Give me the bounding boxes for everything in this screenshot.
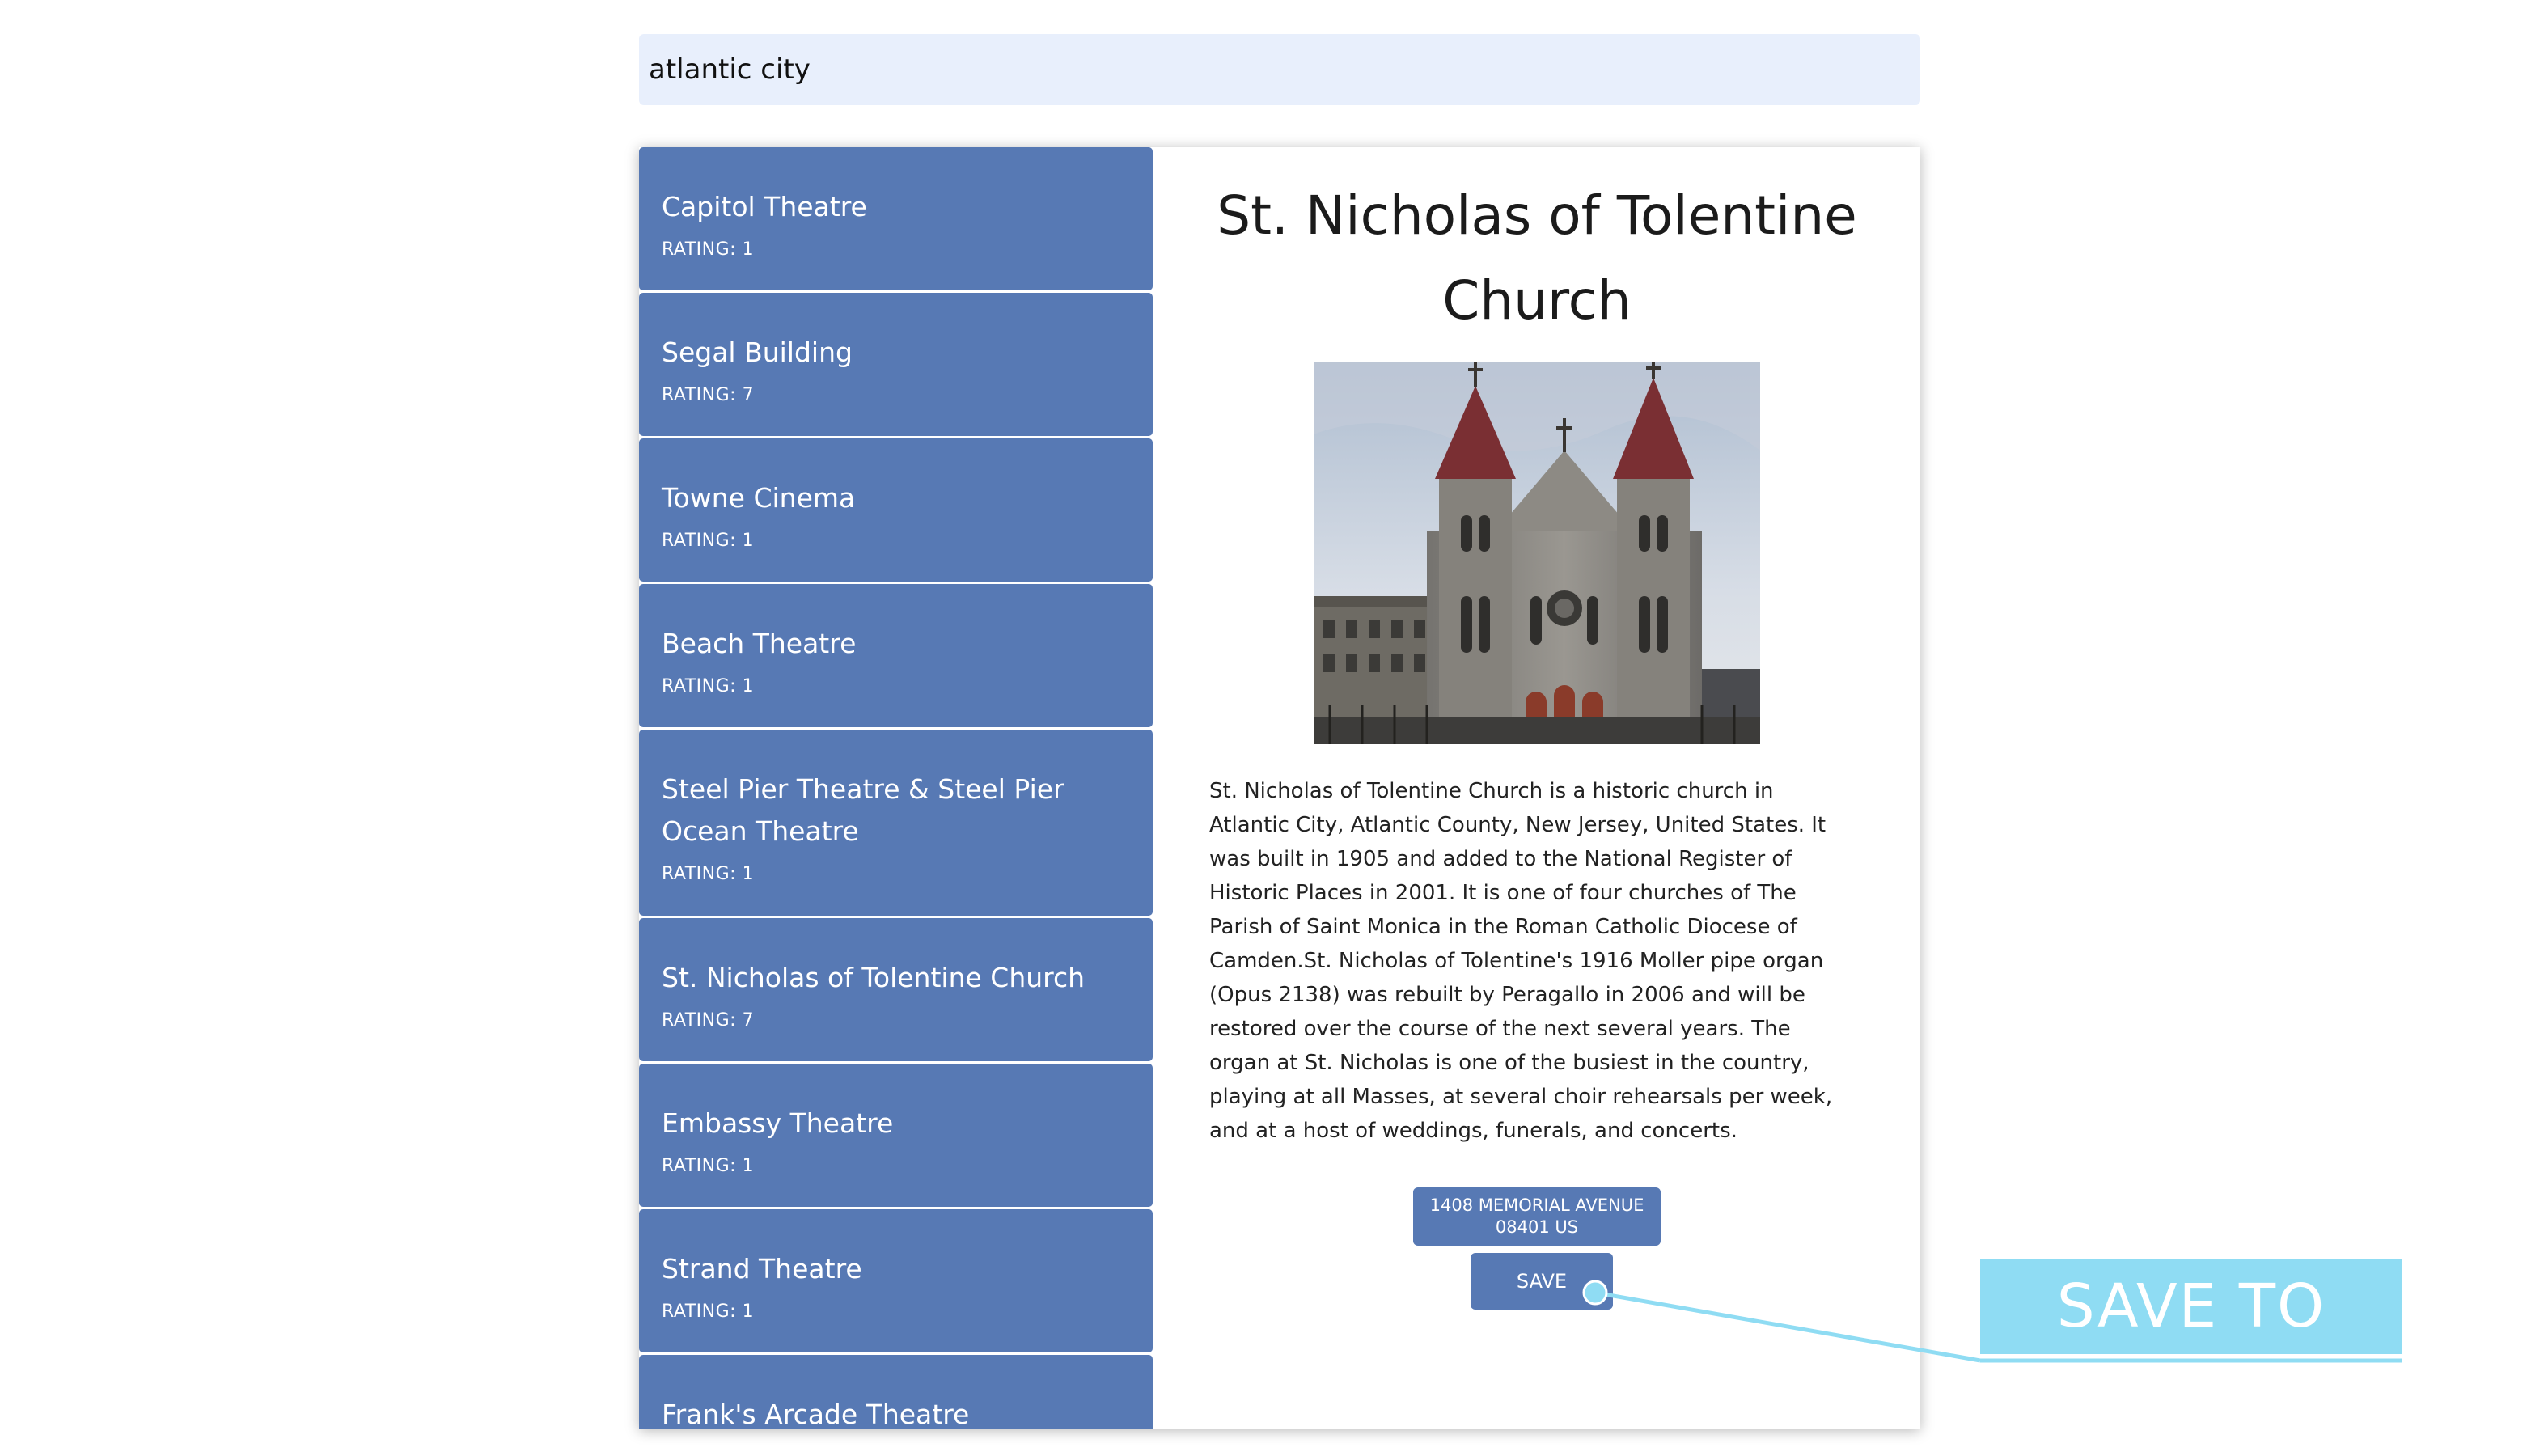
list-item-selected[interactable]: St. Nicholas of Tolentine Church RATING:…: [639, 918, 1153, 1061]
list-item[interactable]: Towne Cinema RATING: 1: [639, 438, 1153, 582]
place-name: St. Nicholas of Tolentine Church: [662, 962, 1086, 993]
search-bar[interactable]: [639, 34, 1920, 105]
address-zip: 08401 US: [1495, 1217, 1579, 1237]
app-screen: Capitol Theatre RATING: 1 Segal Building…: [0, 0, 2548, 1456]
list-item[interactable]: Capitol Theatre RATING: 1: [639, 147, 1153, 290]
place-rating: RATING: 1: [662, 1156, 755, 1176]
detail-panel: St. Nicholas of Tolentine Church St. Nic…: [1153, 147, 1920, 1429]
place-name: Frank's Arcade Theatre: [662, 1399, 970, 1429]
place-rating: RATING: 7: [662, 385, 755, 405]
place-name: Steel Pier Theatre & Steel Pier Ocean Th…: [662, 773, 1064, 847]
places-list: Capitol Theatre RATING: 1 Segal Building…: [639, 147, 1153, 1429]
place-rating: RATING: 1: [662, 1302, 755, 1322]
place-name: Embassy Theatre: [662, 1107, 894, 1139]
search-input[interactable]: [647, 53, 1920, 87]
list-item[interactable]: Embassy Theatre RATING: 1: [639, 1064, 1153, 1207]
place-rating: RATING: 1: [662, 676, 755, 696]
place-rating: RATING: 1: [662, 239, 755, 260]
place-rating: RATING: 1: [662, 531, 755, 551]
place-name: Beach Theatre: [662, 628, 857, 659]
church-photo: [1314, 362, 1760, 744]
place-name: Strand Theatre: [662, 1253, 862, 1285]
place-name: Segal Building: [662, 336, 853, 368]
place-name: Capitol Theatre: [662, 191, 867, 222]
annotation-label: SAVE TO USER: [1980, 1259, 2402, 1437]
list-item[interactable]: Frank's Arcade Theatre: [639, 1355, 1153, 1429]
address-street: 1408 MEMORIAL AVENUE: [1429, 1196, 1644, 1215]
place-rating: RATING: 7: [662, 1010, 755, 1031]
list-item[interactable]: Segal Building RATING: 7: [639, 293, 1153, 436]
detail-title: St. Nicholas of Tolentine Church: [1217, 184, 1857, 332]
list-item[interactable]: Strand Theatre RATING: 1: [639, 1209, 1153, 1352]
results-card: Capitol Theatre RATING: 1 Segal Building…: [639, 147, 1920, 1429]
list-item[interactable]: Steel Pier Theatre & Steel Pier Ocean Th…: [639, 730, 1153, 916]
place-description: St. Nicholas of Tolentine Church is a hi…: [1209, 779, 1833, 1143]
address-badge: 1408 MEMORIAL AVENUE 08401 US: [1413, 1187, 1661, 1246]
place-name: Towne Cinema: [662, 482, 856, 514]
place-rating: RATING: 1: [662, 864, 755, 884]
list-item[interactable]: Beach Theatre RATING: 1: [639, 584, 1153, 727]
save-button[interactable]: SAVE: [1471, 1253, 1613, 1310]
